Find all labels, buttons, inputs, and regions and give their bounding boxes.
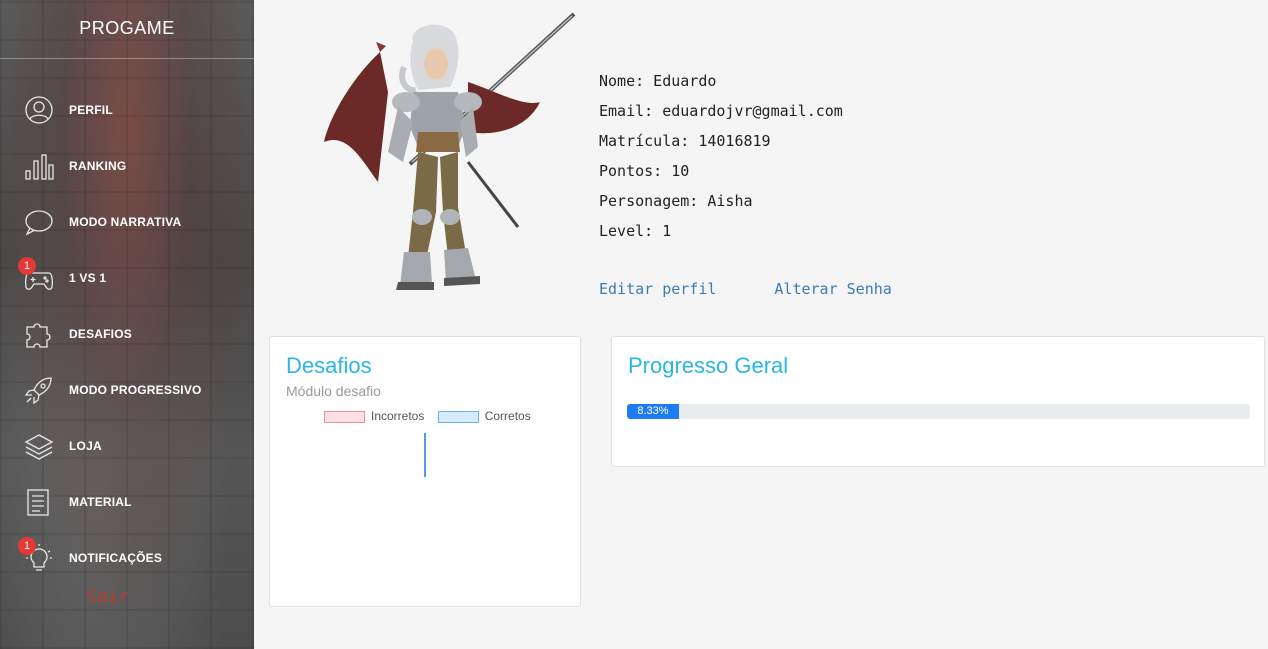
change-password-link[interactable]: Alterar Senha — [774, 280, 891, 298]
sidebar-item-perfil[interactable]: PERFIL — [0, 82, 254, 138]
progress-bar: 8.33% — [627, 404, 679, 419]
legend-label: Corretos — [484, 409, 531, 423]
document-icon — [24, 487, 54, 517]
bar-chart-icon — [24, 151, 54, 181]
sidebar: PROGAME PERFIL RANKING MODO NARRATIVA 1 … — [0, 0, 254, 649]
brand-title: PROGAME — [0, 0, 254, 59]
puzzle-icon — [24, 319, 54, 349]
notification-badge: 1 — [18, 257, 36, 275]
desafios-card: Desafios Módulo desafio Incorretos Corre… — [269, 336, 581, 607]
legend-item-corretos[interactable]: Corretos — [437, 409, 531, 423]
profile-matricula: Matrícula: 14016819 — [599, 132, 771, 150]
profile-name: Nome: Eduardo — [599, 72, 717, 90]
sidebar-item-label: MATERIAL — [69, 495, 132, 509]
legend-item-incorretos[interactable]: Incorretos — [324, 409, 424, 423]
progress-track: 8.33% — [627, 404, 1250, 419]
desafios-title: Desafios — [286, 353, 372, 378]
sidebar-item-material[interactable]: MATERIAL — [0, 474, 254, 530]
legend-label: Incorretos — [371, 409, 425, 423]
sidebar-item-label: PERFIL — [69, 103, 113, 117]
chart-legend: Incorretos Corretos — [324, 409, 541, 423]
sidebar-item-ranking[interactable]: RANKING — [0, 138, 254, 194]
sidebar-item-modo-narrativa[interactable]: MODO NARRATIVA — [0, 194, 254, 250]
speech-bubble-icon — [24, 207, 54, 237]
user-icon — [24, 95, 54, 125]
logout-link[interactable]: Sair — [86, 586, 129, 607]
profile-info: Nome: Eduardo Email: eduardojvr@gmail.co… — [599, 68, 843, 248]
progress-title: Progresso Geral — [628, 353, 789, 378]
layers-icon — [24, 431, 54, 461]
sidebar-item-loja[interactable]: LOJA — [0, 418, 254, 474]
progress-card: Progresso Geral 8.33% — [611, 336, 1265, 467]
sidebar-item-modo-progressivo[interactable]: MODO PROGRESSIVO — [0, 362, 254, 418]
profile-email: Email: eduardojvr@gmail.com — [599, 102, 843, 120]
sidebar-item-desafios[interactable]: DESAFIOS — [0, 306, 254, 362]
rocket-icon — [24, 375, 54, 405]
sidebar-item-label: DESAFIOS — [69, 327, 132, 341]
profile-actions: Editar perfil Alterar Senha — [599, 280, 892, 298]
sidebar-item-label: NOTIFICAÇÕES — [69, 551, 163, 565]
sidebar-item-label: 1 VS 1 — [69, 271, 107, 285]
sidebar-item-1vs1[interactable]: 1 1 VS 1 — [0, 250, 254, 306]
sidebar-item-label: LOJA — [69, 439, 102, 453]
sidebar-item-notificacoes[interactable]: 1 NOTIFICAÇÕES — [0, 530, 254, 586]
character-avatar — [318, 12, 580, 294]
notification-badge: 1 — [18, 537, 36, 555]
sidebar-item-label: RANKING — [69, 159, 127, 173]
sidebar-item-label: MODO NARRATIVA — [69, 215, 182, 229]
profile-personagem: Personagem: Aisha — [599, 192, 753, 210]
chart-mark — [424, 433, 426, 477]
edit-profile-link[interactable]: Editar perfil — [599, 280, 716, 298]
legend-swatch — [437, 410, 479, 423]
legend-swatch — [324, 410, 365, 423]
profile-pontos: Pontos: 10 — [599, 162, 690, 180]
sidebar-item-label: MODO PROGRESSIVO — [69, 383, 202, 397]
desafios-subtitle: Módulo desafio — [286, 383, 381, 399]
profile-level: Level: 1 — [599, 222, 672, 240]
